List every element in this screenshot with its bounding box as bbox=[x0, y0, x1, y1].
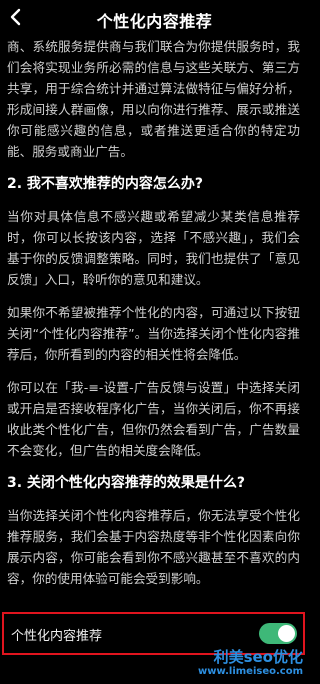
toggle-label: 个性化内容推荐 bbox=[11, 629, 103, 644]
section-3-heading: 3. 关闭个性化内容推荐的效果是什么? bbox=[7, 475, 246, 491]
watermark-text: 利美seo优化 bbox=[213, 648, 303, 666]
section-2-heading: 2. 我不喜欢推荐的内容怎么办? bbox=[7, 176, 204, 192]
page-title: 个性化内容推荐 bbox=[96, 12, 213, 31]
watermark: 利美seo优化 www.limeiseo.com bbox=[198, 648, 303, 678]
section-2-paragraph-1: 当你对具体信息不感兴趣或希望减少某类信息推荐时，你可以长按该内容，选择「不感兴趣… bbox=[7, 209, 300, 287]
section-2-paragraph-3: 你可以在「我-≡-设置-广告反馈与设置」中选择关闭或开启是否接收程序化广告，当你… bbox=[7, 380, 300, 458]
toggle-knob bbox=[278, 625, 295, 642]
intro-paragraph: 商、系统服务提供商与我们联合为你提供服务时，我们会将实现业务所必需的信息与这些关… bbox=[7, 39, 300, 159]
section-2-paragraph-2: 如果你不希望被推荐个性化的内容，可通过以下按钮关闭“个性化内容推荐”。当你选择关… bbox=[7, 305, 300, 362]
top-bar: 个性化内容推荐 bbox=[0, 0, 309, 34]
section-3-paragraph-1: 当你选择关闭个性化内容推荐后，你无法享受个性化推荐服务，我们会基于内容热度等非个… bbox=[7, 508, 300, 586]
watermark-url: www.limeiseo.com bbox=[198, 666, 303, 677]
personalized-recommendation-toggle[interactable] bbox=[259, 623, 297, 644]
policy-content: 商、系统服务提供商与我们联合为你提供服务时，我们会将实现业务所必需的信息与这些关… bbox=[7, 36, 300, 601]
